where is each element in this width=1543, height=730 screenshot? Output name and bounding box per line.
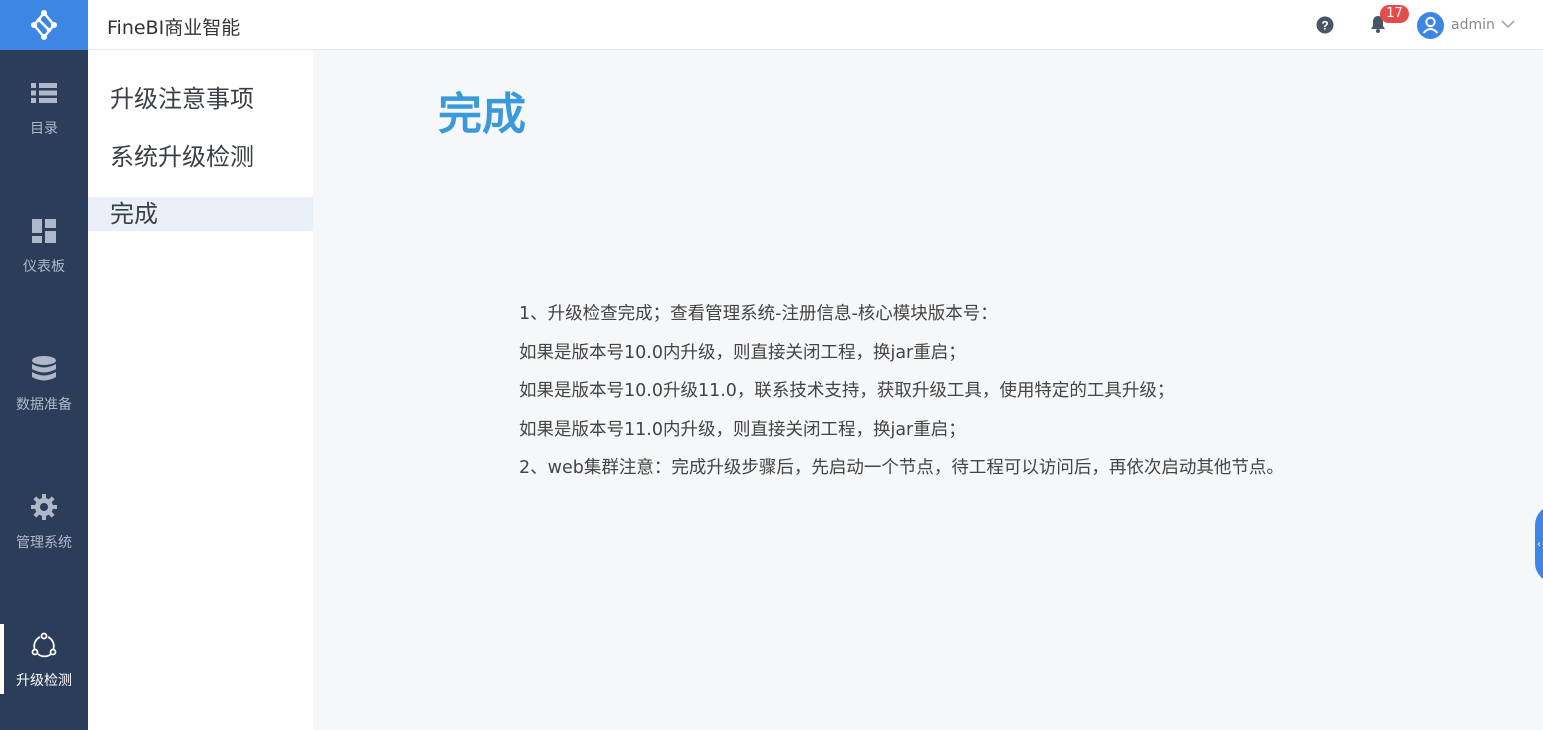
user-name[interactable]: admin	[1451, 17, 1495, 33]
side-drawer-handle[interactable]: ‹	[1535, 505, 1543, 583]
page-title: 完成	[438, 89, 526, 140]
upgrade-notes: 1、升级检查完成；查看管理系统-注册信息-核心模块版本号： 如果是版本号10.0…	[519, 295, 1284, 488]
nav-item-upgrade-check[interactable]: 升级检测	[0, 620, 88, 702]
note-line: 1、升级检查完成；查看管理系统-注册信息-核心模块版本号：	[519, 304, 998, 324]
nav-item-label: 管理系统	[16, 535, 72, 551]
app-title: FineBI商业智能	[107, 17, 241, 39]
step-upgrade-notes[interactable]: 升级注意事项	[88, 82, 313, 116]
logo-icon	[31, 10, 57, 40]
nav-item-label: 仪表板	[23, 259, 65, 275]
finebi-logo[interactable]	[0, 0, 88, 50]
dashboard-icon	[31, 218, 57, 244]
nav-item-catalog[interactable]: 目录	[0, 68, 88, 150]
database-icon	[31, 356, 57, 382]
nav-item-admin-system[interactable]: 管理系统	[0, 482, 88, 564]
note-line: 2、web集群注意：完成升级步骤后，先启动一个节点，待工程可以访问后，再依次启动…	[519, 458, 1284, 478]
left-nav-rail: 目录 仪表板 数据准备 管理系统 升级检测	[0, 0, 88, 730]
nav-item-label: 目录	[30, 121, 58, 137]
svg-text:?: ?	[1321, 19, 1328, 33]
step-complete[interactable]: 完成	[88, 197, 313, 231]
main-content: 完成 1、升级检查完成；查看管理系统-注册信息-核心模块版本号： 如果是版本号1…	[313, 50, 1543, 730]
top-header: FineBI商业智能 ? 17 admin	[88, 0, 1543, 50]
notification-count-badge: 17	[1380, 5, 1409, 23]
chevron-down-icon[interactable]	[1501, 19, 1515, 29]
nav-item-label: 数据准备	[16, 397, 72, 413]
list-icon	[31, 80, 57, 106]
nav-item-label: 升级检测	[16, 673, 72, 689]
upgrade-steps-panel: 升级注意事项 系统升级检测 完成	[88, 50, 313, 730]
chevron-left-icon: ‹	[1537, 539, 1541, 550]
gear-icon	[31, 494, 57, 520]
note-line: 如果是版本号10.0内升级，则直接关闭工程，换jar重启；	[519, 342, 966, 363]
upgrade-cycle-icon	[31, 632, 57, 658]
note-line: 如果是版本号11.0内升级，则直接关闭工程，换jar重启；	[519, 419, 966, 440]
help-icon[interactable]: ?	[1316, 16, 1334, 34]
nav-item-data-prep[interactable]: 数据准备	[0, 344, 88, 426]
step-system-upgrade-check[interactable]: 系统升级检测	[88, 140, 313, 174]
avatar-icon[interactable]	[1417, 12, 1444, 39]
note-line: 如果是版本号10.0升级11.0，联系技术支持，获取升级工具，使用特定的工具升级…	[519, 381, 1175, 401]
nav-item-dashboard[interactable]: 仪表板	[0, 206, 88, 288]
